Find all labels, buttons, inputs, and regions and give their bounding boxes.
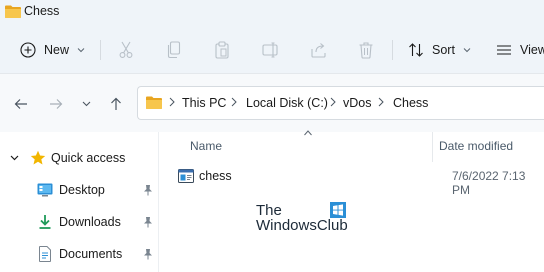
cut-button[interactable] [118, 36, 134, 64]
recent-locations-button[interactable] [78, 94, 94, 114]
folder-icon [5, 5, 21, 18]
back-button[interactable] [10, 94, 32, 114]
breadcrumb-this-pc[interactable]: This PC [182, 96, 226, 110]
new-button[interactable]: New [20, 36, 85, 64]
view-button-label: View [520, 43, 544, 57]
sort-ascending-icon [304, 130, 312, 136]
arrow-left-icon [14, 99, 27, 109]
rename-icon [262, 42, 278, 58]
chevron-down-icon[interactable] [10, 155, 19, 161]
arrow-up-icon [111, 97, 121, 110]
forward-button[interactable] [45, 94, 67, 114]
toolbar-divider [100, 40, 101, 60]
share-icon [311, 43, 326, 58]
breadcrumb-local-disk[interactable]: Local Disk (C:) [246, 96, 328, 110]
trash-icon [359, 42, 373, 59]
nav-item-quick-access[interactable]: Quick access [0, 145, 159, 171]
copy-icon [167, 41, 181, 59]
arrow-right-icon [50, 99, 63, 109]
nav-item-documents[interactable]: Documents [0, 241, 159, 267]
chevron-down-icon [463, 48, 471, 53]
sort-button-label: Sort [432, 43, 455, 57]
paste-button[interactable] [214, 36, 230, 64]
sort-icon [409, 43, 423, 57]
document-icon [39, 246, 51, 262]
pin-icon [144, 217, 152, 228]
delete-button[interactable] [358, 36, 374, 64]
watermark-logo-icon [330, 202, 346, 218]
nav-item-label: Desktop [59, 183, 105, 197]
pin-icon [144, 249, 152, 260]
folder-icon [146, 96, 162, 109]
sort-button[interactable]: Sort [408, 36, 471, 64]
chevron-right-icon [231, 97, 237, 107]
toolbar-divider [392, 40, 393, 60]
pin-icon [144, 185, 152, 196]
command-bar: New Sort View [0, 26, 544, 74]
chevron-right-icon [330, 97, 336, 107]
rename-button[interactable] [262, 36, 280, 64]
navigation-pane: Quick access Desktop Downloads Documents [0, 132, 159, 272]
desktop-icon [37, 183, 53, 197]
clipboard-icon [215, 41, 229, 59]
window-title: Chess [24, 4, 60, 18]
watermark-line-2: WindowsClub [256, 217, 348, 234]
up-button[interactable] [105, 94, 127, 114]
chevron-right-icon [169, 97, 175, 107]
new-button-label: New [44, 43, 70, 57]
chevron-down-icon [77, 48, 85, 53]
star-icon [30, 150, 46, 165]
nav-item-label: Documents [59, 247, 123, 261]
chevron-down-icon [82, 101, 90, 107]
title-bar: Chess [0, 0, 544, 26]
chevron-right-icon [378, 97, 384, 107]
column-divider[interactable] [432, 132, 433, 162]
scissors-icon [119, 41, 133, 58]
file-name: chess [199, 169, 232, 183]
nav-item-downloads[interactable]: Downloads [0, 209, 159, 235]
address-bar[interactable]: This PC Local Disk (C:) vDos Chess [137, 86, 544, 120]
application-icon [178, 169, 194, 183]
column-header-name[interactable]: Name [190, 139, 222, 153]
plus-circle-icon [20, 42, 36, 58]
view-button[interactable]: View [496, 36, 544, 64]
share-button[interactable] [310, 36, 328, 64]
breadcrumb-vdos[interactable]: vDos [343, 96, 371, 110]
column-header-date-modified[interactable]: Date modified [439, 139, 513, 153]
nav-item-desktop[interactable]: Desktop [0, 177, 159, 203]
file-row[interactable]: chess 7/6/2022 7:13 PM [174, 165, 544, 197]
nav-item-label: Quick access [51, 151, 126, 165]
copy-button[interactable] [166, 36, 182, 64]
download-icon [39, 215, 51, 229]
nav-item-label: Downloads [59, 215, 121, 229]
file-list: Name Date modified chess 7/6/2022 7:13 P… [160, 130, 544, 272]
file-date-modified: 7/6/2022 7:13 PM [452, 169, 526, 197]
breadcrumb-chess[interactable]: Chess [393, 96, 428, 110]
view-lines-icon [497, 45, 511, 55]
